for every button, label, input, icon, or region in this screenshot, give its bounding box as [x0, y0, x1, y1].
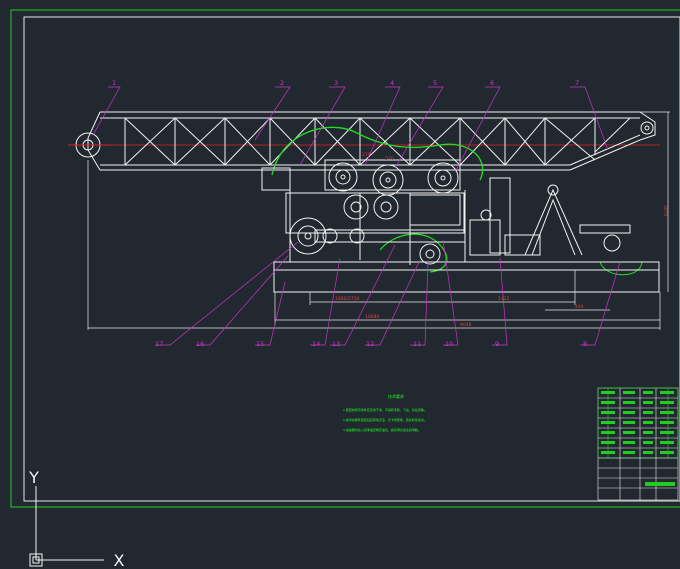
truss-boom — [87, 111, 656, 171]
notes-title: 技术要求 — [388, 393, 404, 399]
balloon-8: 8 — [583, 340, 587, 348]
leader-lines — [92, 86, 621, 346]
boom-tail-pin — [640, 121, 654, 135]
dim-small-a: 270 — [362, 152, 371, 158]
balloon-12: 12 — [366, 340, 374, 348]
ucs-x-label: X — [114, 551, 125, 569]
cad-drawing-canvas[interactable]: 1 2 3 4 5 6 7 17 16 15 14 13 12 11 10 9 … — [0, 0, 680, 569]
dim-c: 10680 — [365, 314, 379, 320]
dim-a: 1880/2750 — [335, 296, 360, 302]
balloon-6: 6 — [490, 79, 494, 87]
title-block-marks — [601, 391, 675, 486]
balloon-14: 14 — [312, 340, 320, 348]
support-frame — [524, 184, 643, 276]
dim-small-b: 370 — [385, 156, 394, 162]
balloon-1: 1 — [112, 79, 116, 87]
balloon-2: 2 — [280, 79, 284, 87]
dim-height-right: 3070 — [662, 205, 668, 217]
balloon-15: 15 — [256, 340, 264, 348]
notes-line-3: 3.减速器内注入润滑油至规定油位，各润滑点加注润滑脂。 — [343, 427, 421, 432]
notes-line-1: 1.装配前所有零件应清洗干净，不得有毛刺、飞边、氧化皮等。 — [343, 407, 427, 412]
lower-transmission — [289, 177, 541, 265]
dim-e: 444 — [575, 304, 584, 310]
balloon-3: 3 — [334, 79, 338, 87]
balloon-7: 7 — [575, 79, 579, 87]
balloon-16: 16 — [196, 340, 204, 348]
middle-gearbox — [285, 192, 465, 265]
balloon-11: 11 — [413, 340, 421, 348]
balloon-17: 17 — [155, 340, 163, 348]
dim-b: 1425 — [498, 296, 510, 302]
balloon-4: 4 — [390, 79, 394, 87]
dim-d: 9048 — [460, 322, 472, 328]
balloon-13: 13 — [332, 340, 340, 348]
balloon-9: 9 — [495, 340, 499, 348]
technical-notes: 技术要求 1.装配前所有零件应清洗干净，不得有毛刺、飞边、氧化皮等。 2.各传动… — [343, 393, 427, 432]
part-balloons: 1 2 3 4 5 6 7 17 16 15 14 13 12 11 10 9 … — [112, 79, 587, 348]
balloon-5: 5 — [433, 79, 437, 87]
ucs-icon — [29, 486, 104, 567]
ucs-y-label: Y — [28, 468, 39, 487]
balloon-10: 10 — [445, 340, 453, 348]
lower-guard-outline — [379, 233, 448, 273]
notes-line-2: 2.各传动部件装配后应转动灵活，无卡滞现象，链条松紧适当。 — [343, 417, 427, 422]
